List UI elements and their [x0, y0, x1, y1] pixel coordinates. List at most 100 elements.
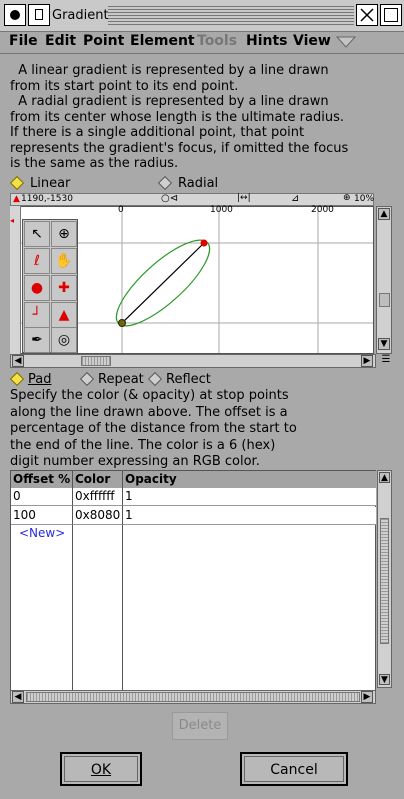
maximize-button[interactable] — [380, 4, 402, 26]
gradient-description: A linear gradient is represented by a li… — [10, 63, 394, 172]
close-icon — [360, 8, 374, 22]
hand-icon: ✋ — [55, 253, 73, 269]
menu-point[interactable]: Point — [83, 33, 124, 49]
title-stripes — [108, 6, 354, 26]
title-bar[interactable]: Gradient — [0, 0, 404, 32]
menu-hints[interactable]: Hints — [246, 33, 288, 49]
tangent-point-tool[interactable]: ┘ — [24, 302, 50, 328]
new-stop-link[interactable]: <New> — [19, 526, 65, 540]
header-opacity[interactable]: Opacity — [123, 471, 376, 488]
ok-button[interactable]: OK — [60, 752, 142, 786]
stops-line: percentage of the distance from the star… — [10, 421, 297, 436]
cell-offset[interactable]: 0 — [11, 488, 73, 506]
cell-color[interactable]: 0x8080 — [73, 507, 123, 525]
scroll-left-arrow-icon[interactable]: ◀ — [12, 355, 24, 367]
pointer-tool[interactable]: ↖ — [24, 221, 50, 247]
stops-description: Specify the color (& opacity) at stop po… — [10, 388, 394, 471]
ruler-mark-2000: 2000 — [311, 205, 334, 215]
canvas-vscrollbar[interactable]: ▲ ▼ — [376, 206, 392, 354]
canvas-corner-icon: ☰ — [381, 354, 391, 365]
curve-point-icon: ○⊲ — [161, 193, 179, 204]
origin-marker-icon: ◂ — [10, 216, 15, 225]
corner-point-tool[interactable]: ✚ — [51, 275, 77, 301]
scroll-thumb[interactable] — [81, 356, 111, 366]
origin-marker-icon: ▲ — [13, 194, 20, 204]
desc-line: represents the gradient's focus, if omit… — [10, 140, 349, 156]
desc-line: from its start point to its end point. — [10, 78, 239, 94]
table-vscrollbar[interactable]: ▲ ▼ — [377, 470, 392, 688]
table-hscrollbar[interactable]: ◀ ▶ — [10, 690, 376, 704]
stops-line: Specify the color (& opacity) at stop po… — [10, 388, 289, 403]
angle-icon: ⊿ — [291, 193, 300, 204]
freehand-tool[interactable]: ℓ — [24, 248, 50, 274]
stops-line: digit number expressing an RGB color. — [10, 454, 260, 469]
scroll-tool[interactable]: ✋ — [51, 248, 77, 274]
scroll-down-arrow-icon[interactable]: ▼ — [378, 338, 390, 350]
delete-button[interactable]: Delete — [172, 712, 228, 740]
cell-offset[interactable]: 100 — [11, 507, 73, 525]
cancel-button[interactable]: Cancel — [240, 752, 348, 786]
close-button[interactable] — [356, 4, 378, 26]
menu-element[interactable]: Element — [130, 33, 195, 49]
stops-table[interactable]: Offset % Color Opacity 0 0xffffff 1 100 … — [10, 470, 376, 692]
scroll-thumb[interactable] — [380, 518, 389, 644]
radio-radial-indicator — [157, 175, 173, 191]
cancel-label: Cancel — [270, 762, 318, 778]
desc-line: is the same as the radius. — [10, 156, 179, 171]
window-menu-button[interactable] — [4, 4, 26, 26]
delete-label: Delete — [178, 718, 222, 733]
stops-line: along the line drawn above. The offset i… — [10, 404, 288, 420]
cell-opacity[interactable]: 1 — [123, 507, 376, 525]
scroll-thumb[interactable] — [379, 293, 390, 307]
window-title: Gradient — [52, 8, 109, 23]
scroll-down-arrow-icon[interactable]: ▼ — [379, 674, 390, 685]
scroll-right-arrow-icon[interactable]: ▶ — [361, 691, 373, 703]
end-point[interactable] — [200, 239, 208, 247]
radio-linear-label: Linear — [30, 176, 71, 191]
header-color[interactable]: Color — [73, 471, 123, 488]
scroll-right-arrow-icon[interactable]: ▶ — [361, 355, 373, 367]
curve-point-tool[interactable]: ● — [24, 275, 50, 301]
ruler-mark-1000: 1000 — [210, 205, 233, 215]
cell-color[interactable]: 0xffffff — [73, 488, 123, 506]
scroll-up-arrow-icon[interactable]: ▲ — [378, 208, 390, 220]
circle-icon — [10, 10, 20, 20]
spiro-tool[interactable]: ◎ — [51, 327, 77, 353]
magnify-tool[interactable]: ⊕ — [51, 221, 77, 247]
radio-reflect-label: Reflect — [166, 372, 211, 387]
scroll-up-arrow-icon[interactable]: ▲ — [379, 472, 390, 483]
menu-file[interactable]: File — [9, 33, 38, 49]
radio-repeat-indicator — [79, 371, 95, 387]
corner-point-icon: ✚ — [58, 280, 70, 296]
desc-line: If there is a single additional point, t… — [10, 125, 305, 140]
radio-repeat-label: Repeat — [98, 372, 144, 387]
tool-palette: ↖ ⊕ ℓ ✋ ● ✚ ┘ ▲ ✒ ◎ — [22, 219, 78, 353]
pen-icon: ✒ — [31, 332, 43, 348]
ruler-mark-0: 0 — [118, 205, 124, 215]
header-offset[interactable]: Offset % — [11, 471, 73, 488]
ok-label: OK — [90, 762, 112, 778]
menu-edit[interactable]: Edit — [45, 33, 76, 49]
pointer-icon: ↖ — [31, 226, 43, 242]
canvas-hscrollbar[interactable]: ◀ ▶ — [10, 354, 376, 368]
menu-overflow-icon[interactable] — [336, 36, 356, 48]
curve-point-icon: ● — [30, 280, 44, 296]
radio-linear-indicator — [9, 175, 25, 191]
hv-point-tool[interactable]: ▲ — [51, 302, 77, 328]
hv-point-icon: ▲ — [58, 307, 70, 323]
ruler-coords: 1190,-1530 — [21, 194, 73, 204]
cell-opacity[interactable]: 1 — [123, 488, 376, 506]
start-point[interactable] — [118, 319, 126, 327]
scroll-thumb[interactable] — [26, 692, 360, 702]
freehand-icon: ℓ — [34, 253, 40, 269]
scroll-left-arrow-icon[interactable]: ◀ — [12, 691, 24, 703]
radio-pad-label: Pad — [28, 372, 52, 387]
iconify-button[interactable] — [28, 4, 50, 26]
menu-tools[interactable]: Tools — [197, 33, 237, 49]
desc-line: A linear gradient is represented by a li… — [10, 63, 329, 78]
desc-line: from its center whose length is the ulti… — [10, 109, 344, 125]
zoom-level: 10% — [354, 194, 375, 204]
pen-tool[interactable]: ✒ — [24, 327, 50, 353]
menu-view[interactable]: View — [293, 33, 331, 49]
radio-pad-indicator — [9, 371, 25, 387]
